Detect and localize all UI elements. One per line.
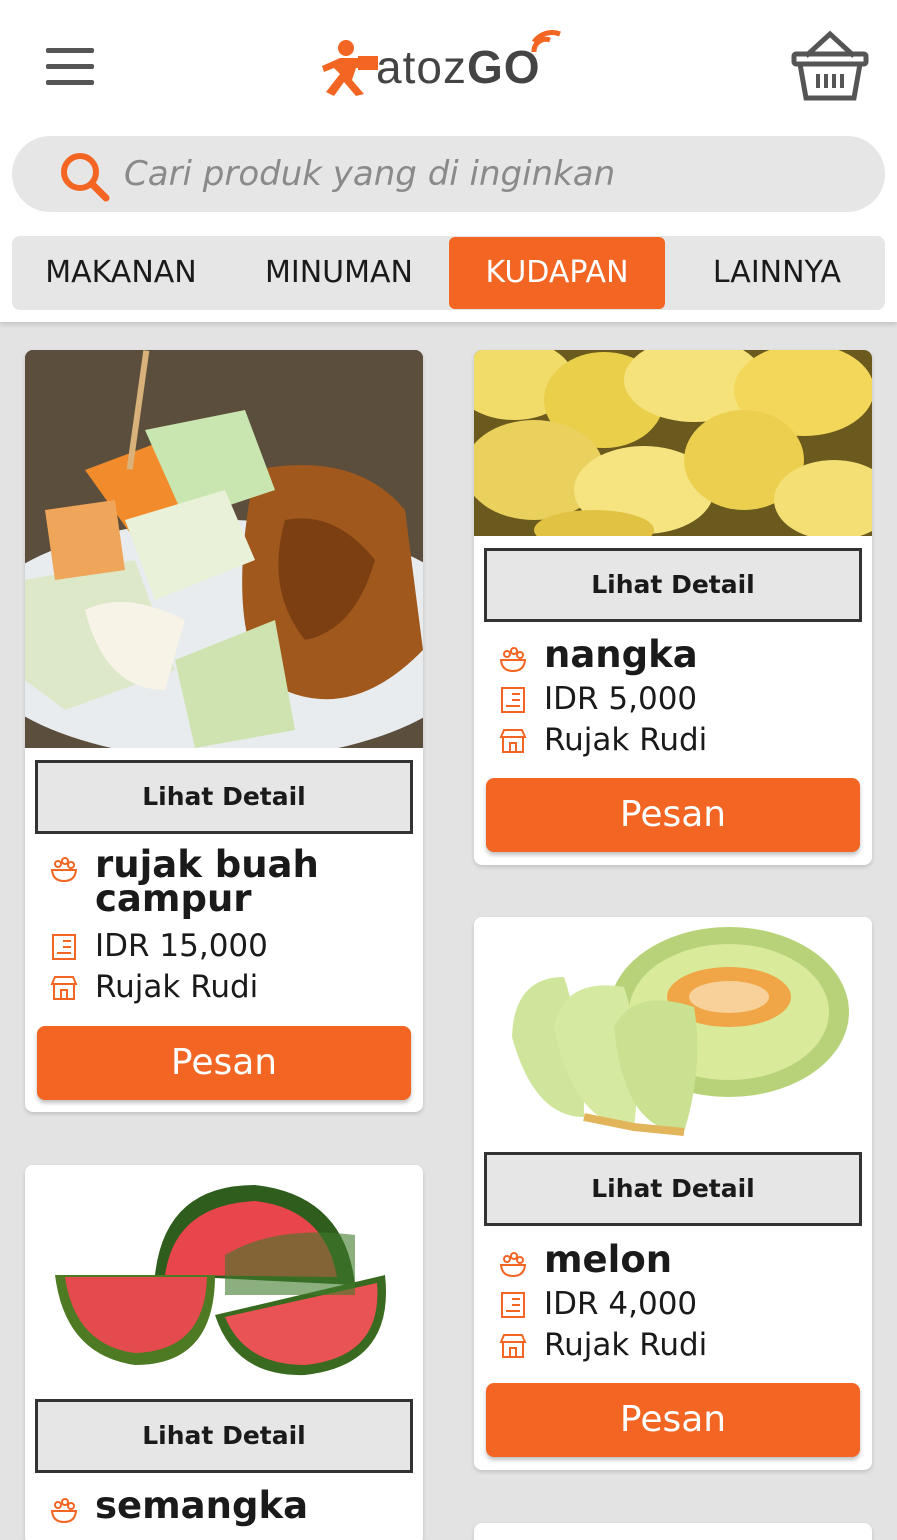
detail-button[interactable]: Lihat Detail	[484, 1152, 862, 1226]
order-button[interactable]: Pesan	[486, 1383, 860, 1457]
product-name: semangka	[95, 1484, 309, 1527]
detail-button[interactable]: Lihat Detail	[35, 760, 413, 834]
product-name-row: rujak buah campur	[49, 843, 415, 920]
product-price: IDR 4,000	[544, 1286, 698, 1322]
product-image[interactable]	[25, 1165, 423, 1390]
product-card	[474, 1523, 872, 1540]
app-logo: atozGO	[320, 26, 580, 100]
tab-kudapan[interactable]: KUDAPAN	[449, 237, 665, 309]
product-price-row: IDR 5,000	[498, 679, 697, 719]
price-receipt-icon	[52, 934, 76, 960]
menu-line	[46, 48, 94, 53]
order-button[interactable]: Pesan	[486, 778, 860, 852]
product-store-row: Rujak Rudi	[49, 967, 258, 1007]
product-name: melon	[544, 1238, 673, 1281]
menu-line	[46, 80, 94, 85]
price-receipt-icon	[501, 687, 525, 713]
hamburger-menu-icon[interactable]	[40, 40, 100, 92]
product-card: Lihat Detail melon IDR 4,000 Rujak Rudi …	[474, 917, 872, 1470]
food-bowl-icon	[499, 1252, 527, 1278]
food-bowl-icon	[50, 857, 78, 883]
product-card: Lihat Detail nangka IDR 5,000 Rujak Rudi…	[474, 350, 872, 865]
food-bowl-icon	[50, 1498, 78, 1524]
search-input[interactable]	[124, 146, 864, 202]
product-name: rujak buah campur	[95, 843, 319, 920]
signal-waves-icon	[531, 30, 561, 53]
detail-button[interactable]: Lihat Detail	[484, 548, 862, 622]
product-card: Lihat Detail rujak buah campur IDR 15,00…	[25, 350, 423, 1112]
detail-button[interactable]: Lihat Detail	[35, 1399, 413, 1473]
product-price: IDR 15,000	[95, 928, 268, 964]
store-icon	[499, 729, 527, 753]
menu-line	[46, 64, 94, 69]
product-image[interactable]	[474, 350, 872, 536]
search-bar[interactable]	[12, 136, 885, 212]
product-price-row: IDR 15,000	[49, 926, 268, 966]
store-name: Rujak Rudi	[544, 1327, 708, 1363]
product-image[interactable]	[25, 350, 423, 748]
app-bar: atozGO MAKANAN MINUMAN KUDAPAN LAINNYA	[0, 0, 897, 322]
product-name-row: melon	[498, 1238, 673, 1281]
product-name: nangka	[544, 633, 698, 676]
product-price-row: IDR 4,000	[498, 1284, 697, 1324]
product-store-row: Rujak Rudi	[498, 720, 707, 760]
category-tabs: MAKANAN MINUMAN KUDAPAN LAINNYA	[12, 236, 885, 310]
price-receipt-icon	[501, 1292, 525, 1318]
product-price: IDR 5,000	[544, 681, 698, 717]
store-name: Rujak Rudi	[544, 722, 708, 758]
tab-minuman[interactable]: MINUMAN	[244, 236, 434, 310]
product-card: Lihat Detail semangka	[25, 1165, 423, 1540]
product-image[interactable]	[474, 917, 872, 1142]
order-button[interactable]: Pesan	[37, 1026, 411, 1100]
search-icon[interactable]	[58, 150, 114, 202]
product-name-row: semangka	[49, 1484, 309, 1527]
tab-makanan[interactable]: MAKANAN	[26, 236, 216, 310]
basket-icon[interactable]	[788, 30, 872, 104]
store-icon	[499, 1334, 527, 1358]
product-name-row: nangka	[498, 633, 698, 676]
food-bowl-icon	[499, 647, 527, 673]
product-store-row: Rujak Rudi	[498, 1325, 707, 1365]
store-name: Rujak Rudi	[95, 969, 259, 1005]
logo-text: atozGO	[376, 41, 541, 93]
tab-lainnya[interactable]: LAINNYA	[682, 236, 872, 310]
store-icon	[50, 976, 78, 1000]
